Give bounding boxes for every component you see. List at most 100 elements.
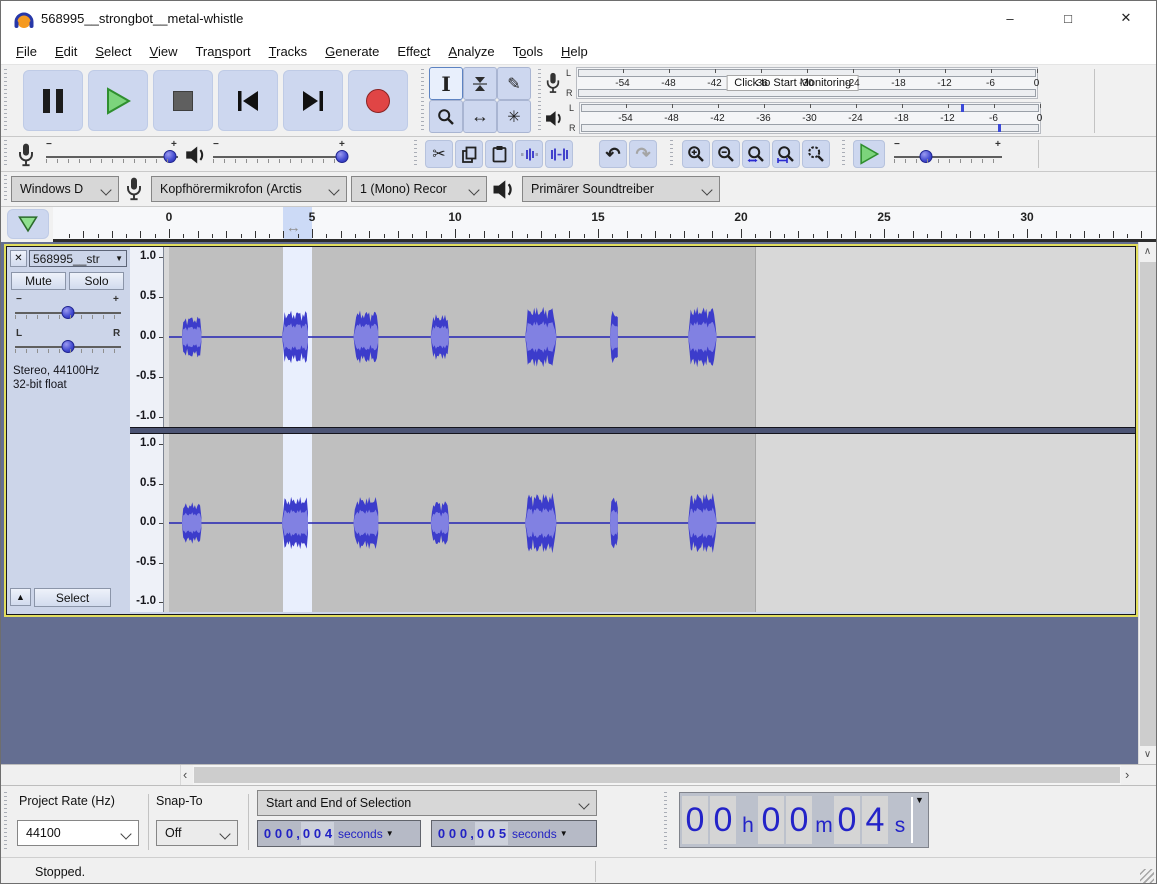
fit-project-button[interactable] bbox=[772, 140, 800, 168]
menu-view[interactable]: View bbox=[141, 39, 187, 64]
menu-edit[interactable]: Edit bbox=[46, 39, 86, 64]
draw-tool-button[interactable]: ✎ bbox=[497, 67, 531, 100]
toolbar-grip[interactable] bbox=[3, 69, 8, 133]
waveform-channel-right[interactable] bbox=[164, 434, 1135, 612]
position-digit[interactable]: 4 bbox=[862, 796, 888, 844]
zoom-in-button[interactable] bbox=[682, 140, 710, 168]
position-digit[interactable]: 0 bbox=[710, 796, 736, 844]
redo-button[interactable]: ↷ bbox=[629, 140, 657, 168]
time-digit[interactable]: 0 bbox=[447, 822, 458, 845]
time-shift-tool-button[interactable]: ↔ bbox=[463, 100, 497, 133]
mute-button[interactable]: Mute bbox=[11, 272, 66, 290]
snap-to-dropdown[interactable]: Off bbox=[156, 820, 238, 846]
time-digit[interactable]: 0 bbox=[284, 822, 295, 845]
skip-to-start-button[interactable] bbox=[218, 70, 278, 131]
position-digit[interactable]: 0 bbox=[834, 796, 860, 844]
vertical-scrollbar-thumb[interactable] bbox=[1140, 262, 1156, 746]
close-button[interactable]: ✕ bbox=[1103, 1, 1149, 35]
menu-analyze[interactable]: Analyze bbox=[439, 39, 503, 64]
time-digit[interactable]: 0 bbox=[458, 822, 469, 845]
minimize-button[interactable]: – bbox=[987, 1, 1033, 35]
menu-tracks[interactable]: Tracks bbox=[260, 39, 317, 64]
paste-button[interactable] bbox=[485, 140, 513, 168]
project-rate-dropdown[interactable]: 44100 bbox=[17, 820, 139, 846]
playback-meter-bars[interactable]: -54-48-42-36-30-24-18-12-60 bbox=[579, 102, 1041, 134]
time-digit[interactable]: 4 bbox=[323, 822, 334, 845]
silence-audio-button[interactable] bbox=[545, 140, 573, 168]
horizontal-scrollbar-thumb[interactable] bbox=[194, 767, 1120, 783]
dropdown-arrow-icon[interactable]: ▼ bbox=[559, 829, 569, 838]
track-dock[interactable]: ✕ 568995__str ▼ Mute Solo − + L R St bbox=[1, 242, 1156, 764]
record-button[interactable] bbox=[348, 70, 408, 131]
skip-to-end-button[interactable] bbox=[283, 70, 343, 131]
menu-generate[interactable]: Generate bbox=[316, 39, 388, 64]
selection-start-field[interactable]: 000,004seconds▼ bbox=[257, 820, 421, 847]
playback-device-dropdown[interactable]: Primärer Soundtreiber bbox=[522, 176, 720, 202]
copy-button[interactable] bbox=[455, 140, 483, 168]
time-digit[interactable]: 0 bbox=[301, 822, 312, 845]
waveform-channel-left[interactable] bbox=[164, 247, 1135, 427]
menu-effect[interactable]: Effect bbox=[388, 39, 439, 64]
toolbar-grip[interactable] bbox=[420, 69, 425, 133]
recording-device-dropdown[interactable]: Kopfhörermikrofon (Arctis bbox=[151, 176, 347, 202]
zoom-out-button[interactable] bbox=[712, 140, 740, 168]
recording-meter[interactable]: L R Click to Start Monitoring -54-48-42-… bbox=[545, 66, 1038, 100]
menu-select[interactable]: Select bbox=[86, 39, 140, 64]
audio-position-display[interactable]: 00h00m04s▼ bbox=[679, 792, 929, 848]
play-speed-slider[interactable] bbox=[894, 149, 1002, 165]
envelope-tool-button[interactable] bbox=[463, 67, 497, 100]
title-bar[interactable]: 568995__strongbot__metal-whistle – □ ✕ bbox=[1, 1, 1156, 39]
monitoring-hint[interactable]: Click to Start Monitoring bbox=[726, 75, 859, 91]
maximize-button[interactable]: □ bbox=[1045, 1, 1091, 35]
toolbar-grip[interactable] bbox=[841, 140, 846, 168]
playback-volume-slider[interactable] bbox=[213, 149, 345, 165]
vertical-scrollbar[interactable]: ∧ ∨ bbox=[1138, 242, 1156, 764]
track-name-menu[interactable]: 568995__str ▼ bbox=[29, 250, 127, 267]
undo-button[interactable]: ↶ bbox=[599, 140, 627, 168]
zoom-toggle-button[interactable] bbox=[802, 140, 830, 168]
position-digit[interactable]: 0 bbox=[682, 796, 708, 844]
trim-audio-button[interactable] bbox=[515, 140, 543, 168]
toolbar-grip[interactable] bbox=[537, 69, 542, 133]
toolbar-grip[interactable] bbox=[663, 792, 668, 852]
cut-button[interactable]: ✂ bbox=[425, 140, 453, 168]
time-digit[interactable]: 0 bbox=[312, 822, 323, 845]
gain-slider[interactable] bbox=[15, 305, 121, 321]
gain-thumb[interactable] bbox=[62, 306, 75, 319]
horizontal-scrollbar[interactable] bbox=[193, 765, 1121, 785]
pan-slider[interactable] bbox=[15, 339, 121, 355]
dropdown-arrow-icon[interactable]: ▼ bbox=[385, 829, 395, 838]
play-at-speed-button[interactable] bbox=[853, 140, 885, 168]
fit-selection-button[interactable] bbox=[742, 140, 770, 168]
toolbar-grip[interactable] bbox=[3, 175, 8, 203]
play-button[interactable] bbox=[88, 70, 148, 131]
position-digit[interactable]: 0 bbox=[786, 796, 812, 844]
time-digit[interactable]: 0 bbox=[475, 822, 486, 845]
time-digit[interactable]: 5 bbox=[497, 822, 508, 845]
playback-volume-thumb[interactable] bbox=[336, 150, 349, 163]
scroll-down-icon[interactable]: ∨ bbox=[1139, 749, 1156, 760]
time-digit[interactable]: 0 bbox=[262, 822, 273, 845]
solo-button[interactable]: Solo bbox=[69, 272, 124, 290]
resize-grip[interactable] bbox=[1140, 869, 1154, 883]
zoom-tool-button[interactable] bbox=[429, 100, 463, 133]
toolbar-grip[interactable] bbox=[3, 792, 8, 852]
position-digit[interactable]: 0 bbox=[758, 796, 784, 844]
time-digit[interactable]: 0 bbox=[436, 822, 447, 845]
collapse-track-button[interactable]: ▲ bbox=[10, 588, 31, 606]
stop-button[interactable] bbox=[153, 70, 213, 131]
audio-host-dropdown[interactable]: Windows D bbox=[11, 176, 119, 202]
toolbar-grip[interactable] bbox=[669, 140, 674, 168]
selection-end-field[interactable]: 000,005seconds▼ bbox=[431, 820, 597, 847]
recording-volume-slider[interactable] bbox=[46, 149, 178, 165]
track-close-button[interactable]: ✕ bbox=[10, 250, 27, 267]
multi-tool-button[interactable]: ✳ bbox=[497, 100, 531, 133]
menu-tools[interactable]: Tools bbox=[504, 39, 552, 64]
pan-thumb[interactable] bbox=[62, 340, 75, 353]
pause-button[interactable] bbox=[23, 70, 83, 131]
menu-file[interactable]: File bbox=[7, 39, 46, 64]
timeline-options-button[interactable] bbox=[7, 209, 49, 239]
menu-transport[interactable]: Transport bbox=[186, 39, 259, 64]
play-speed-thumb[interactable] bbox=[920, 150, 933, 163]
scroll-left-icon[interactable]: ‹ bbox=[183, 767, 187, 782]
